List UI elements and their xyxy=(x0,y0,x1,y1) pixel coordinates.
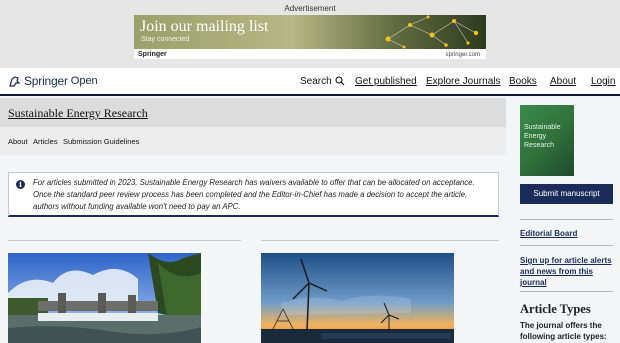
editorial-board-link[interactable]: Editorial Board xyxy=(520,228,616,239)
journal-subnav: About Articles Submission Guidelines xyxy=(0,127,506,155)
ad-subtitle: Stay connected xyxy=(141,36,190,43)
divider xyxy=(520,219,613,220)
ad-footer: Springer springer.com xyxy=(134,49,486,59)
journal-header: Sustainable Energy Research xyxy=(0,98,506,127)
article-types-text: The journal offers the following article… xyxy=(520,321,607,341)
advertisement-label: Advertisement xyxy=(284,4,336,13)
ad-url: springer.com xyxy=(445,52,480,58)
search-icon xyxy=(335,76,345,86)
brand-name: Springer xyxy=(24,74,68,88)
books-link[interactable]: Books xyxy=(509,76,537,87)
subnav-submission-guidelines[interactable]: Submission Guidelines xyxy=(63,137,139,146)
search-link[interactable]: Search xyxy=(300,76,345,87)
explore-journals-link[interactable]: Explore Journals xyxy=(426,76,500,87)
divider xyxy=(261,240,499,241)
about-link[interactable]: About xyxy=(550,76,576,87)
submit-manuscript-button[interactable]: Submit manuscript xyxy=(520,184,613,204)
network-graphic-icon xyxy=(385,15,479,49)
advertisement-strip: Advertisement Join our mailing list Stay… xyxy=(0,0,620,68)
ad-title: Join our mailing list xyxy=(140,18,269,35)
springer-ad-logo: Springer xyxy=(138,51,167,58)
wind-turbines-article-image[interactable] xyxy=(261,253,454,343)
brand-suffix: Open xyxy=(70,75,98,87)
cover-title: Sustainable Energy Research xyxy=(524,124,561,149)
mailing-list-ad-banner[interactable]: Join our mailing list Stay connected Spr… xyxy=(134,15,486,59)
springer-horse-icon xyxy=(9,75,21,87)
subnav-articles[interactable]: Articles xyxy=(33,137,58,146)
divider xyxy=(8,240,241,241)
divider xyxy=(520,245,613,246)
notice-text: For articles submitted in 2023, Sustaina… xyxy=(33,178,475,211)
divider xyxy=(520,291,613,292)
login-link[interactable]: Login xyxy=(591,76,615,87)
hydro-dam-article-image[interactable] xyxy=(8,253,201,343)
apc-waiver-notice: i For articles submitted in 2023, Sustai… xyxy=(8,172,499,217)
article-types-heading: Article Types xyxy=(520,302,591,316)
journal-title[interactable]: Sustainable Energy Research xyxy=(8,106,148,121)
get-published-link[interactable]: Get published xyxy=(355,76,417,87)
springeropen-logo[interactable]: Springer Open xyxy=(8,74,98,88)
journal-cover-image[interactable]: Sustainable Energy Research xyxy=(520,105,574,176)
info-icon: i xyxy=(16,180,25,189)
article-alerts-link[interactable]: Sign up for article alerts and news from… xyxy=(520,255,616,288)
subnav-about[interactable]: About xyxy=(8,137,28,146)
top-navigation-bar: Springer Open Search Get published Explo… xyxy=(0,68,620,96)
